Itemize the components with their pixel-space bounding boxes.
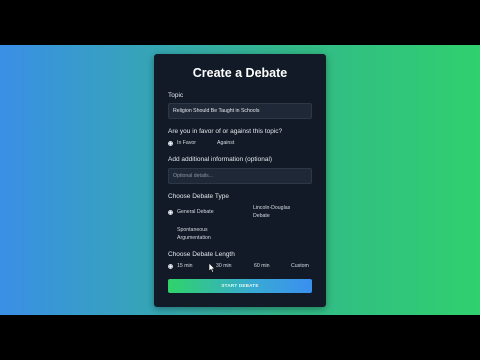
mouse-cursor-icon	[208, 263, 216, 273]
stance-option-label: Against	[217, 140, 235, 146]
type-option-label: Lincoln-Douglas Debate	[253, 205, 291, 219]
length-option-label: Custom	[291, 263, 309, 269]
length-option-15[interactable]: 15 min	[168, 263, 193, 269]
radio-icon	[282, 264, 287, 269]
length-option-60[interactable]: 60 min	[245, 263, 270, 269]
info-label: Add additional information (optional)	[168, 156, 273, 163]
stance-option-against[interactable]: Against	[208, 140, 234, 146]
stance-option-in-favor[interactable]: In Favor	[168, 140, 196, 146]
type-option-spontaneous[interactable]: Spontaneous Argumentation	[168, 227, 224, 242]
debate-length-label: Choose Debate Length	[168, 251, 235, 258]
type-option-label: General Debate	[177, 209, 214, 215]
page-title: Create a Debate	[192, 66, 288, 80]
length-option-custom[interactable]: Custom	[282, 263, 309, 269]
topic-input[interactable]: Religion Should Be Taught in Schools	[168, 103, 312, 119]
type-option-lincoln-douglas[interactable]: Lincoln-Douglas Debate	[244, 205, 300, 220]
type-option-general[interactable]: General Debate	[168, 209, 214, 215]
stance-option-label: In Favor	[177, 140, 197, 146]
radio-icon	[245, 264, 250, 269]
length-option-label: 15 min	[177, 263, 193, 269]
additional-info-input[interactable]: Optional details...	[168, 168, 312, 184]
create-debate-card: Create a Debate Topic Religion Should Be…	[154, 54, 326, 307]
radio-icon	[244, 206, 249, 211]
topic-label: Topic	[168, 92, 184, 99]
radio-icon	[208, 141, 213, 146]
radio-selected-icon	[168, 263, 173, 269]
type-option-label: Spontaneous Argumentation	[177, 227, 211, 241]
stance-label: Are you in favor of or against this topi…	[168, 128, 283, 135]
radio-selected-icon	[168, 209, 173, 215]
length-option-label: 60 min	[254, 263, 270, 269]
debate-type-label: Choose Debate Type	[168, 193, 229, 200]
length-option-label: 30 min	[216, 263, 232, 269]
radio-icon	[168, 228, 173, 233]
start-debate-button[interactable]: START DEBATE	[168, 279, 312, 293]
radio-selected-icon	[168, 140, 173, 146]
